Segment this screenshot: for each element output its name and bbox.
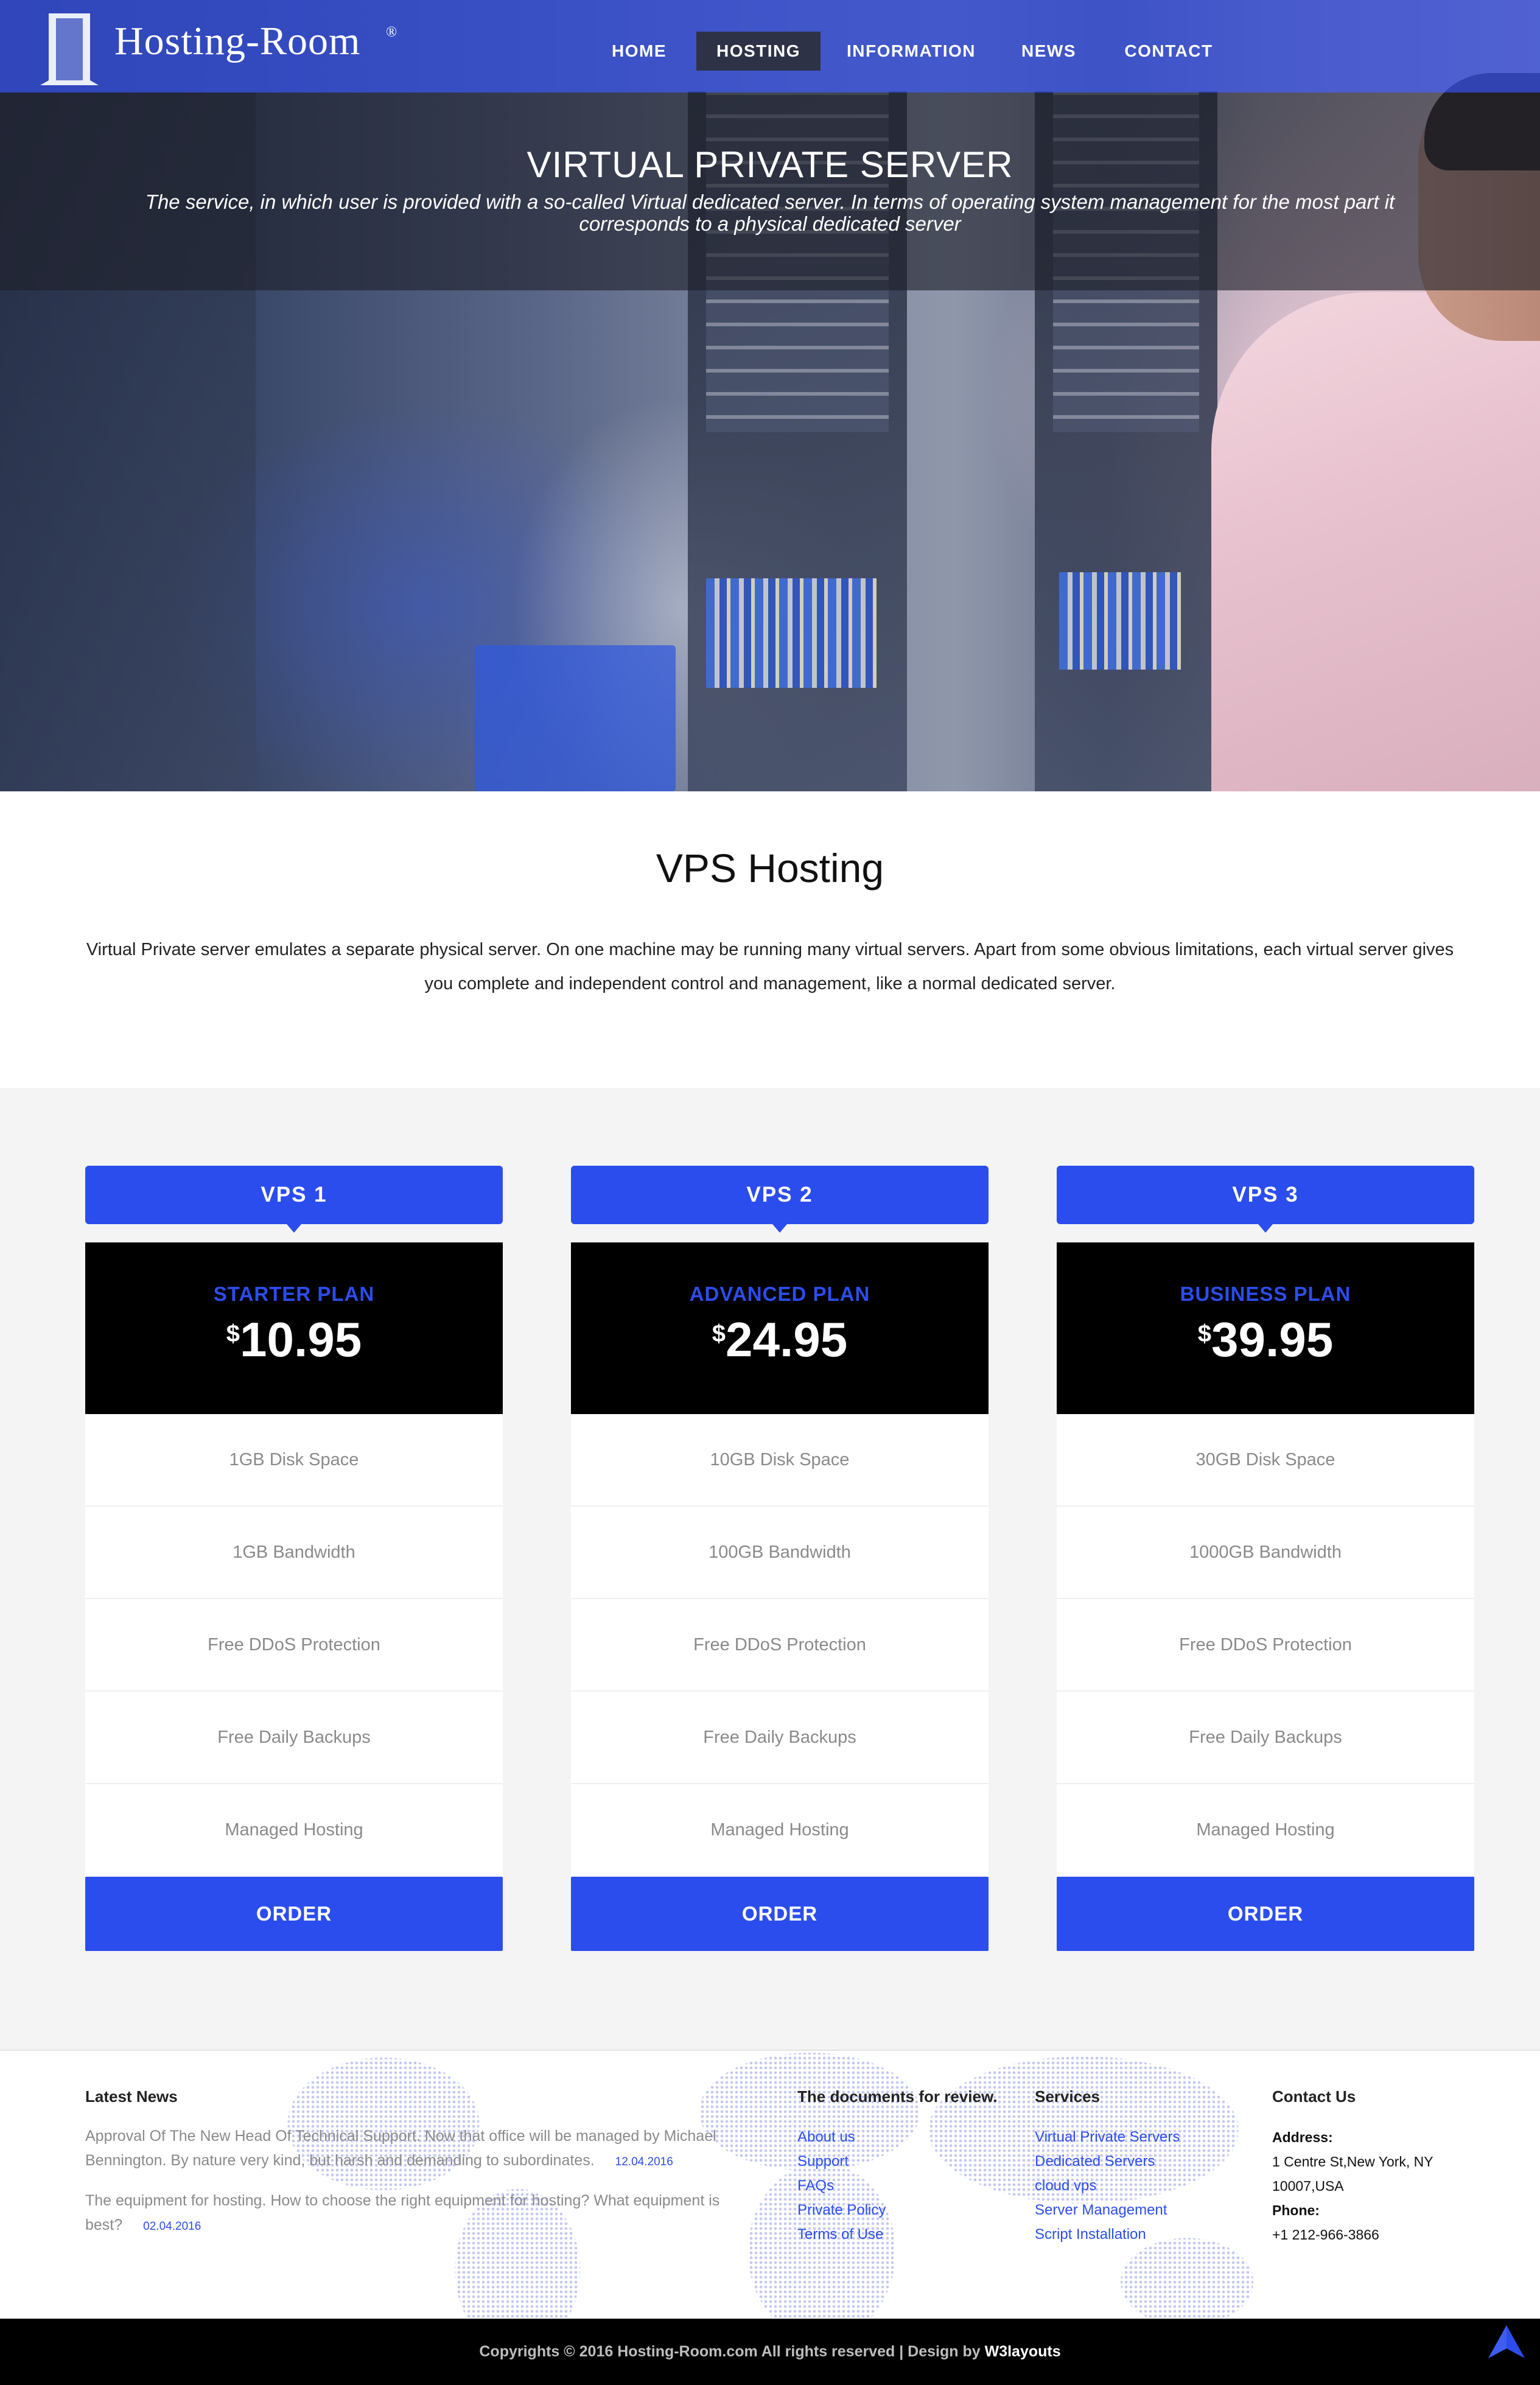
server-box-image xyxy=(475,645,676,791)
plan-feature: Managed Hosting xyxy=(571,1784,989,1877)
pricing-plan-vps3: VPS 3 BUSINESS PLAN $39.95 30GB Disk Spa… xyxy=(1057,1166,1474,1951)
plan-feature: Free Daily Backups xyxy=(571,1692,989,1784)
plan-name: STARTER PLAN xyxy=(213,1283,375,1305)
plan-feature: 100GB Bandwidth xyxy=(571,1507,989,1599)
link-server-management[interactable]: Server Management xyxy=(1035,2198,1180,2222)
news-date: 12.04.2016 xyxy=(615,2156,673,2168)
plan-feature: 10GB Disk Space xyxy=(571,1414,989,1507)
designer-link[interactable]: W3layouts xyxy=(985,2343,1061,2360)
news-item[interactable]: The equipment for hosting. How to choose… xyxy=(85,2188,755,2239)
phone-value: +1 212-966-3866 xyxy=(1272,2227,1379,2243)
heading-part: Latest xyxy=(85,2087,136,2106)
copyright-bar: Copyrights © 2016 Hosting-Room.com All r… xyxy=(0,2319,1540,2385)
plan-tab: VPS 1 xyxy=(85,1166,503,1233)
nav-home[interactable]: HOME xyxy=(597,32,682,71)
plan-feature: 1000GB Bandwidth xyxy=(1057,1507,1474,1599)
plan-name: BUSINESS PLAN xyxy=(1180,1283,1351,1305)
hero-title: VIRTUAL PRIVATE SERVER xyxy=(527,144,1013,185)
section-title: VPS Hosting xyxy=(656,846,884,891)
plan-feature: Free Daily Backups xyxy=(85,1692,503,1784)
plan-header: STARTER PLAN $10.95 xyxy=(85,1242,503,1414)
news-date: 02.04.2016 xyxy=(143,2220,201,2233)
plan-feature: Managed Hosting xyxy=(85,1784,503,1877)
address-value: 1 Centre St,New York, NY 10007,USA xyxy=(1272,2154,1433,2194)
hero-banner: Hosting-Room ® HOME HOSTING INFORMATION … xyxy=(0,0,1540,791)
plan-name: ADVANCED PLAN xyxy=(689,1283,870,1305)
hero-subtitle: The service, in which user is provided w… xyxy=(145,191,1395,235)
copyright-text: Copyrights © 2016 Hosting-Room.com All r… xyxy=(0,2343,1540,2361)
services-links: Virtual Private Servers Dedicated Server… xyxy=(1035,2125,1180,2247)
plan-feature: 1GB Bandwidth xyxy=(85,1507,503,1599)
order-button[interactable]: ORDER xyxy=(571,1877,989,1951)
link-script-installation[interactable]: Script Installation xyxy=(1035,2222,1180,2247)
latest-news-heading: Latest News xyxy=(85,2087,178,2106)
plan-feature: Managed Hosting xyxy=(1057,1784,1474,1877)
link-about-us[interactable]: About us xyxy=(797,2125,886,2149)
link-faqs[interactable]: FAQs xyxy=(797,2174,886,2198)
cables-image xyxy=(1059,572,1181,670)
price-value: 10.95 xyxy=(240,1312,362,1367)
plan-feature: 30GB Disk Space xyxy=(1057,1414,1474,1507)
nav-contact[interactable]: CONTACT xyxy=(1109,32,1228,71)
price-value: 24.95 xyxy=(726,1312,848,1367)
plan-feature: Free Daily Backups xyxy=(1057,1692,1474,1784)
documents-heading: The documents for review. xyxy=(797,2087,998,2106)
plan-tab: VPS 3 xyxy=(1057,1166,1474,1233)
plan-price: $24.95 xyxy=(571,1312,989,1368)
arrow-up-icon[interactable] xyxy=(1487,2324,1526,2359)
services-heading: Services xyxy=(1035,2087,1100,2106)
order-button[interactable]: ORDER xyxy=(1057,1877,1474,1951)
link-terms-of-use[interactable]: Terms of Use xyxy=(797,2222,886,2247)
pricing-plan-vps2: VPS 2 ADVANCED PLAN $24.95 10GB Disk Spa… xyxy=(571,1166,989,1951)
section-description: Virtual Private server emulates a separa… xyxy=(86,940,1454,993)
pricing-plan-vps1: VPS 1 STARTER PLAN $10.95 1GB Disk Space… xyxy=(85,1166,503,1951)
order-button[interactable]: ORDER xyxy=(85,1877,503,1951)
plan-tab: VPS 2 xyxy=(571,1166,989,1233)
nav-news[interactable]: NEWS xyxy=(1010,32,1087,71)
cables-image xyxy=(706,578,877,688)
documents-links: About us Support FAQs Private Policy Ter… xyxy=(797,2125,886,2247)
footer: Latest News Approval Of The New Head Of … xyxy=(0,2050,1540,2319)
address-label: Address: xyxy=(1272,2129,1333,2145)
person-image xyxy=(1211,292,1540,791)
plan-feature: 1GB Disk Space xyxy=(85,1414,503,1507)
link-support[interactable]: Support xyxy=(797,2149,886,2174)
registered-mark: ® xyxy=(386,24,397,40)
plan-header: BUSINESS PLAN $39.95 xyxy=(1057,1242,1474,1414)
plan-price: $39.95 xyxy=(1057,1312,1474,1368)
plan-feature: Free DDoS Protection xyxy=(85,1599,503,1692)
currency-symbol: $ xyxy=(226,1320,240,1347)
contact-info: Address: 1 Centre St,New York, NY 10007,… xyxy=(1272,2125,1491,2247)
plan-feature: Free DDoS Protection xyxy=(571,1599,989,1692)
nav-hosting[interactable]: HOSTING xyxy=(696,32,821,71)
contact-heading: Contact Us xyxy=(1272,2087,1356,2106)
link-dedicated-servers[interactable]: Dedicated Servers xyxy=(1035,2149,1180,2174)
site-logo-text[interactable]: Hosting-Room xyxy=(114,18,360,65)
currency-symbol: $ xyxy=(1197,1320,1212,1347)
currency-symbol: $ xyxy=(712,1320,726,1347)
link-virtual-private-servers[interactable]: Virtual Private Servers xyxy=(1035,2125,1180,2149)
link-cloud-vps[interactable]: cloud vps xyxy=(1035,2174,1180,2198)
phone-label: Phone: xyxy=(1272,2202,1320,2218)
plan-price: $10.95 xyxy=(85,1312,503,1368)
price-value: 39.95 xyxy=(1211,1312,1334,1367)
heading-part: News xyxy=(136,2087,178,2106)
plan-feature: Free DDoS Protection xyxy=(1057,1599,1474,1692)
news-item[interactable]: Approval Of The New Head Of Technical Su… xyxy=(85,2124,755,2174)
link-private-policy[interactable]: Private Policy xyxy=(797,2198,886,2222)
copyright-label: Copyrights © 2016 Hosting-Room.com All r… xyxy=(479,2343,985,2360)
plan-header: ADVANCED PLAN $24.95 xyxy=(571,1242,989,1414)
door-frame-icon[interactable] xyxy=(39,10,100,89)
nav-information[interactable]: INFORMATION xyxy=(835,32,987,71)
